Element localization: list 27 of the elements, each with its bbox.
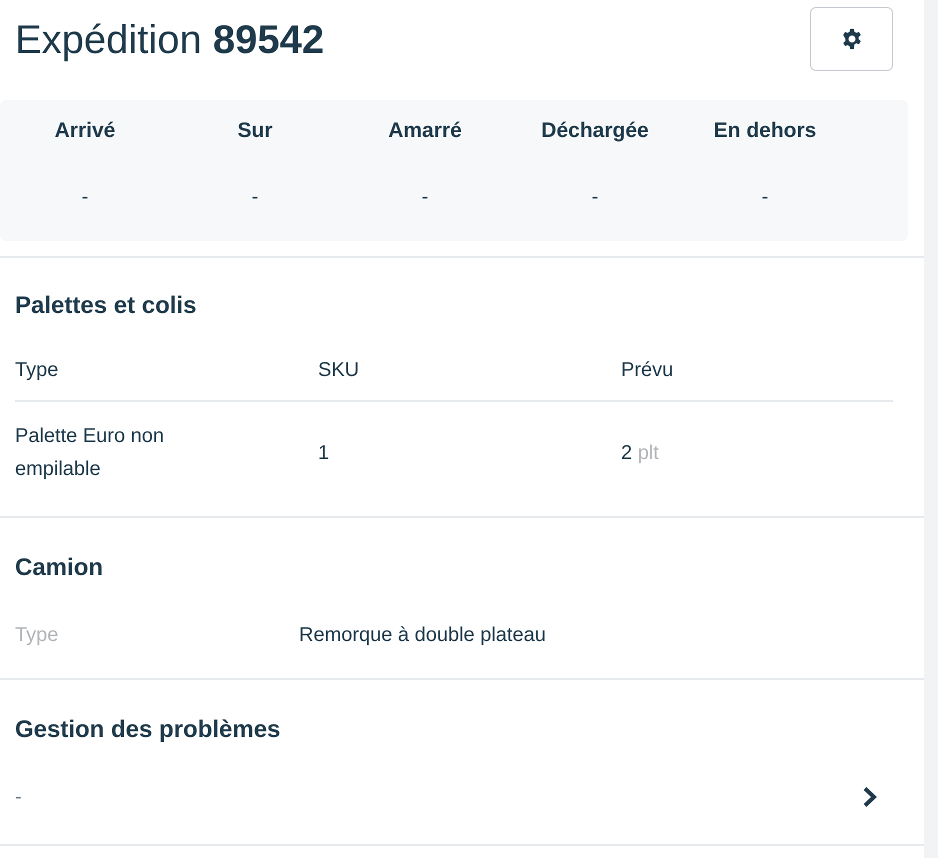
status-value: - [82,185,88,210]
field-label: Type [15,623,60,648]
table-cell-text: 2 plt [621,440,659,466]
settings-icon [840,28,862,50]
table-cell-text: 1 [318,440,330,466]
table-cell-text: Palette Euro non empilable [15,424,165,482]
section-title: Camion [15,553,104,583]
status-value: - [592,185,598,210]
field-value: Remorque à double plateau [299,623,546,648]
section-title: Palettes et colis [15,291,198,321]
status-label: Arrivé [54,118,116,144]
status-value: - [422,185,428,210]
issues-value: - [15,785,22,810]
status-value: - [252,185,258,210]
status-label: En dehors [714,118,816,144]
column-header: Prévu [621,321,893,402]
chevron-right-icon [862,786,878,808]
page-title: Expédition 89542 [15,17,324,63]
status-label: Déchargée [541,118,649,144]
column-header: Type [15,321,318,402]
status-label: Sur [237,118,272,144]
section-title: Gestion des problèmes [15,715,282,745]
status-label: Amarré [388,118,462,144]
chevron-link[interactable] [862,786,878,808]
status-value: - [762,185,768,210]
column-header: SKU [318,321,621,402]
settings-button[interactable] [810,7,893,71]
